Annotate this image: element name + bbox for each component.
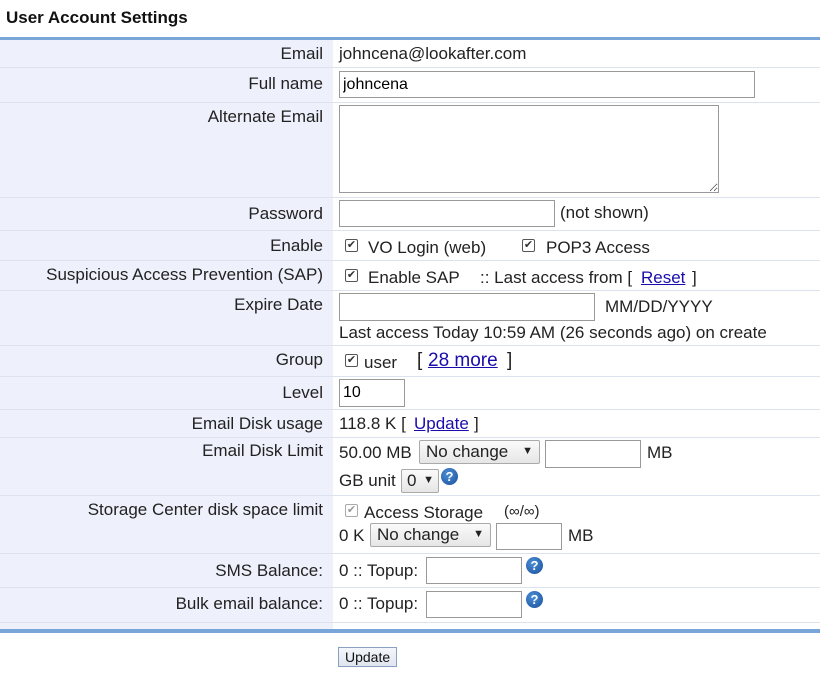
disk-usage-label: Email Disk usage — [191, 414, 323, 433]
gb-unit-value: 0 — [407, 471, 417, 490]
access-storage-checkbox[interactable]: ✔ — [345, 504, 358, 517]
access-storage-label: Access Storage — [364, 503, 484, 522]
bulk-topup-input[interactable] — [426, 591, 522, 618]
row-fullname: Full name — [0, 68, 820, 103]
storage-input[interactable] — [496, 523, 562, 550]
help-icon[interactable]: ? — [526, 591, 543, 608]
sap-checkbox[interactable]: ✔ — [345, 269, 358, 282]
footer-divider — [0, 629, 820, 633]
row-enable: Enable ✔ VO Login (web) ✔ POP3 Access — [0, 231, 820, 261]
vo-login-checkbox[interactable]: ✔ — [345, 239, 358, 252]
bulk-value: 0 :: Topup: — [339, 594, 419, 613]
storage-quota: (∞/∞) — [504, 503, 540, 520]
chevron-down-icon: ▼ — [473, 528, 484, 540]
help-icon[interactable]: ? — [441, 468, 458, 485]
disk-usage-update-link[interactable]: Update — [414, 414, 469, 434]
page-title: User Account Settings — [6, 8, 188, 27]
row-alternate-email: Alternate Email — [0, 103, 820, 198]
disk-usage-value: 118.8 K [ — [339, 414, 406, 433]
last-access-info: Last access Today 10:59 AM (26 seconds a… — [339, 323, 767, 342]
row-level: Level — [0, 377, 820, 410]
storage-select[interactable]: No change ▼ — [370, 523, 491, 547]
row-storage-center: Storage Center disk space limit ✔ Access… — [0, 496, 820, 554]
alternate-email-textarea[interactable] — [339, 105, 719, 193]
level-input[interactable] — [339, 379, 405, 407]
storage-label: Storage Center disk space limit — [87, 500, 323, 519]
row-email: Email johncena@lookafter.com — [0, 40, 820, 68]
password-label: Password — [248, 204, 323, 223]
sap-last-access: :: Last access from [ — [480, 268, 633, 287]
group-close-bracket: ] — [507, 350, 513, 371]
password-note: (not shown) — [560, 203, 649, 222]
disk-limit-input[interactable] — [545, 440, 641, 468]
sms-topup-input[interactable] — [426, 557, 522, 584]
row-disk-usage: Email Disk usage 118.8 K [ Update ] — [0, 410, 820, 438]
help-icon[interactable]: ? — [526, 557, 543, 574]
pop3-checkbox[interactable]: ✔ — [522, 239, 535, 252]
disk-limit-select-value: No change — [426, 442, 509, 461]
disk-usage-close-bracket: ] — [474, 414, 479, 433]
storage-select-value: No change — [377, 525, 460, 544]
group-open-bracket: [ — [417, 350, 423, 371]
sap-reset-link[interactable]: Reset — [641, 268, 685, 288]
fullname-label: Full name — [248, 74, 323, 93]
gb-unit-select[interactable]: 0 ▼ — [401, 469, 439, 493]
group-label: Group — [275, 350, 323, 369]
sap-close-bracket: ] — [692, 268, 697, 287]
row-bulk: Bulk email balance: 0 :: Topup: ? — [0, 588, 820, 623]
row-expire-date: Expire Date MM/DD/YYYY Last access Today… — [0, 291, 820, 346]
email-value: johncena@lookafter.com — [339, 44, 527, 63]
update-button[interactable]: Update — [338, 647, 398, 667]
chevron-down-icon: ▼ — [522, 445, 533, 457]
vo-login-label: VO Login (web) — [368, 238, 487, 257]
disk-limit-current: 50.00 MB — [339, 443, 412, 462]
row-group: Group ✔ user [ 28 more ] — [0, 346, 820, 377]
level-label: Level — [282, 383, 323, 402]
enable-label: Enable — [270, 236, 323, 255]
group-user-checkbox[interactable]: ✔ — [345, 354, 358, 367]
sms-label: SMS Balance: — [215, 561, 323, 580]
sms-value: 0 :: Topup: — [339, 561, 419, 580]
storage-unit: MB — [568, 526, 594, 545]
storage-current: 0 K — [339, 526, 365, 545]
email-label: Email — [280, 44, 323, 63]
row-sms: SMS Balance: 0 :: Topup: ? — [0, 554, 820, 588]
sap-enable-label: Enable SAP — [368, 268, 460, 287]
group-user-label: user — [364, 353, 398, 372]
disk-limit-unit: MB — [647, 443, 673, 462]
sap-label: Suspicious Access Prevention (SAP) — [46, 265, 323, 284]
group-more-link[interactable]: 28 more — [428, 350, 498, 372]
row-sap: Suspicious Access Prevention (SAP) ✔ Ena… — [0, 261, 820, 291]
disk-limit-select[interactable]: No change ▼ — [419, 440, 540, 464]
fullname-input[interactable] — [339, 71, 755, 98]
row-password: Password (not shown) — [0, 198, 820, 231]
expire-format: MM/DD/YYYY — [605, 297, 713, 316]
disk-limit-label: Email Disk Limit — [202, 441, 323, 460]
expire-label: Expire Date — [234, 295, 323, 314]
chevron-down-icon: ▼ — [423, 474, 434, 486]
alternate-email-label: Alternate Email — [207, 107, 323, 126]
row-disk-limit: Email Disk Limit 50.00 MB No change ▼ MB … — [0, 438, 820, 496]
expire-date-input[interactable] — [339, 293, 595, 321]
gb-unit-label: GB unit — [339, 471, 396, 490]
bulk-label: Bulk email balance: — [175, 594, 323, 613]
password-input[interactable] — [339, 200, 555, 227]
pop3-label: POP3 Access — [546, 238, 650, 257]
